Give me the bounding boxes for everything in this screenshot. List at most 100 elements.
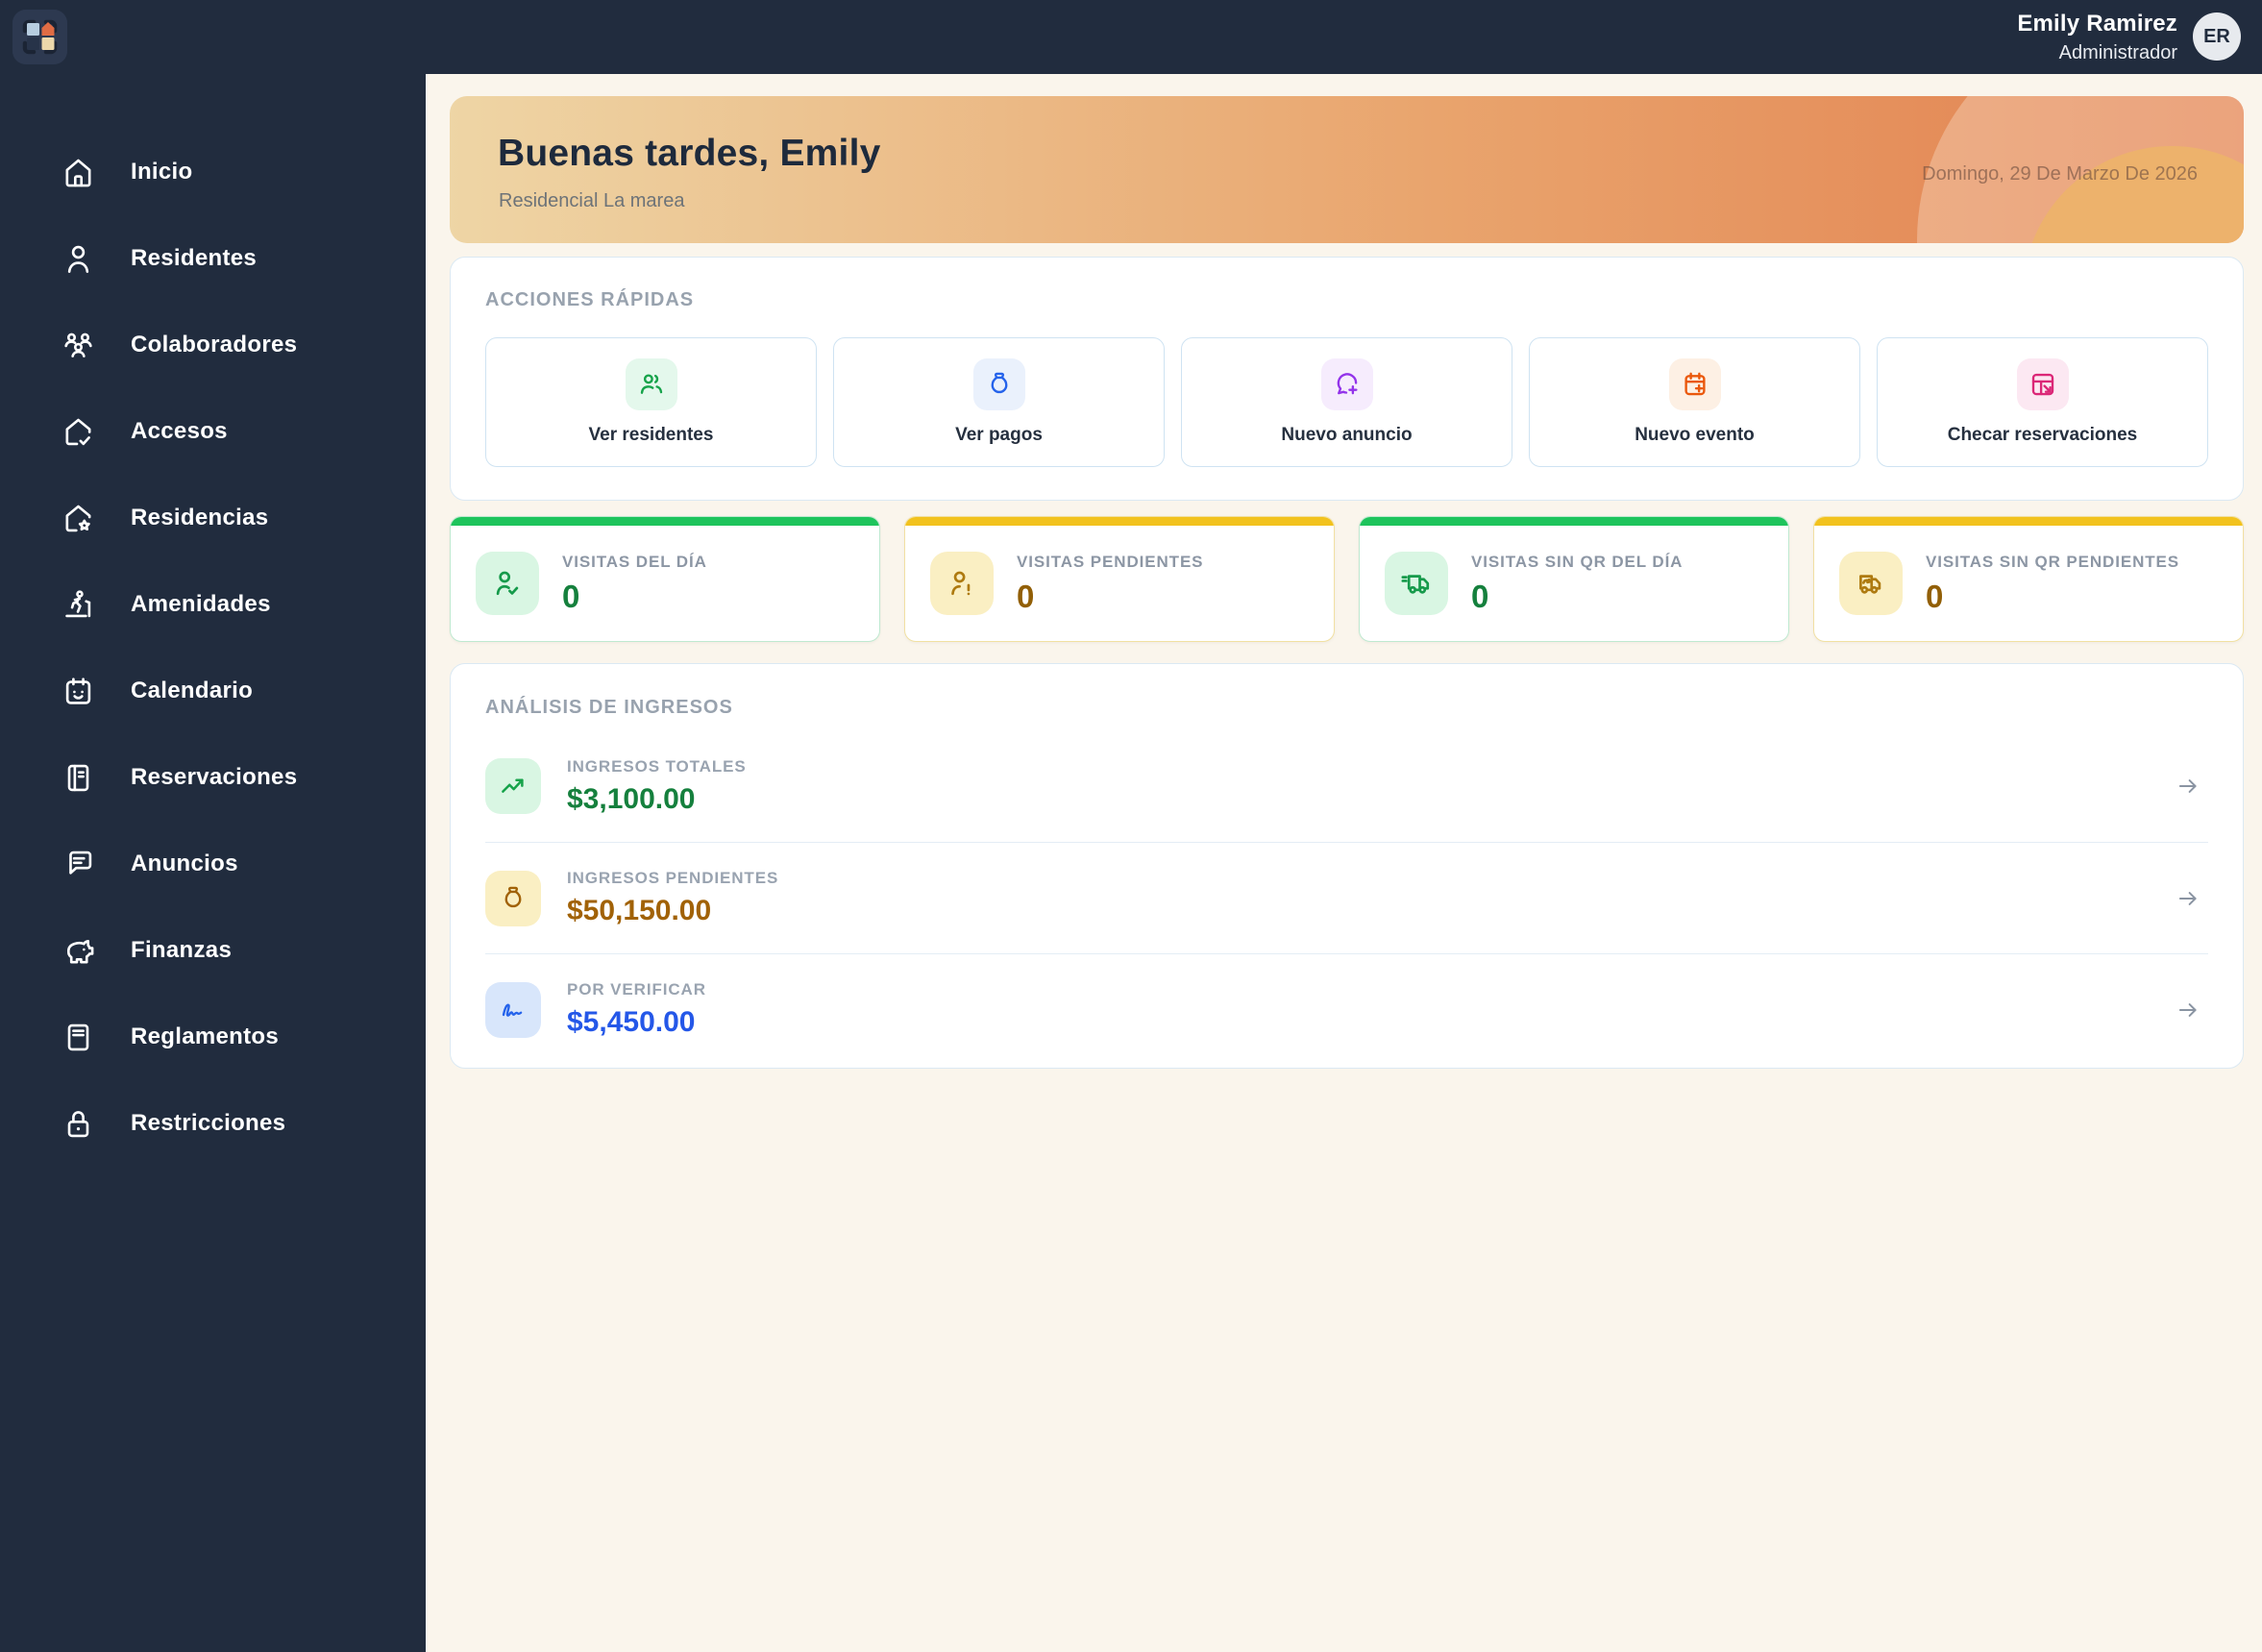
income-row-ingresos-pendientes[interactable]: INGRESOS PENDIENTES $50,150.00 (485, 842, 2208, 953)
quick-actions-row: Ver residentes Ver pagos Nuevo anuncio N… (485, 337, 2208, 467)
truck-return-icon (1839, 552, 1903, 615)
person-check-icon (476, 552, 539, 615)
stat-visitas-pendientes: VISITAS PENDIENTES 0 (904, 516, 1335, 642)
piggy-bank-icon (66, 939, 94, 963)
sidebar-item-residencias[interactable]: Residencias (0, 475, 426, 561)
stat-label: VISITAS SIN QR PENDIENTES (1926, 552, 2180, 571)
stat-accent-bar (451, 517, 879, 526)
stat-value: 0 (1471, 578, 1489, 614)
truck-icon (1385, 552, 1448, 615)
person-alert-icon (930, 552, 994, 615)
arrow-right-icon[interactable] (2176, 998, 2201, 1023)
table-arrow-icon (2016, 358, 2069, 410)
trending-up-icon (485, 758, 541, 814)
stat-visitas-del-dia: VISITAS DEL DÍA 0 (450, 516, 880, 642)
signature-icon (485, 981, 541, 1038)
arrow-right-icon[interactable] (2176, 886, 2201, 911)
stat-visitas-sin-qr-pendientes: VISITAS SIN QR PENDIENTES 0 (1813, 516, 2244, 642)
stat-accent-bar (1814, 517, 2243, 526)
top-bar: Emily Ramirez Administrador ER (0, 0, 2262, 74)
lock-icon (67, 1110, 89, 1137)
action-label: Ver residentes (588, 425, 714, 445)
sidebar-item-label: Colaboradores (131, 332, 298, 358)
main-content: Buenas tardes, Emily Residencial La mare… (426, 74, 2262, 1652)
income-rows: INGRESOS TOTALES $3,100.00 INGRESOS PEND… (485, 730, 2208, 1065)
sidebar-item-label: Residentes (131, 245, 258, 271)
avatar[interactable]: ER (2193, 12, 2241, 61)
arrow-right-icon[interactable] (2176, 774, 2201, 799)
stat-value: 0 (1926, 578, 1944, 614)
stat-label: VISITAS SIN QR DEL DÍA (1471, 552, 1684, 571)
sidebar-item-anuncios[interactable]: Anuncios (0, 821, 426, 907)
action-nuevo-evento[interactable]: Nuevo evento (1529, 337, 1860, 467)
income-row-por-verificar[interactable]: POR VERIFICAR $5,450.00 (485, 953, 2208, 1065)
action-nuevo-anuncio[interactable]: Nuevo anuncio (1181, 337, 1512, 467)
action-label: Nuevo evento (1635, 425, 1755, 445)
income-label: INGRESOS PENDIENTES (567, 869, 779, 887)
app-logo[interactable] (12, 10, 67, 64)
stat-visitas-sin-qr-del-dia: VISITAS SIN QR DEL DÍA 0 (1359, 516, 1789, 642)
stat-value: 0 (562, 578, 580, 614)
income-value: $3,100.00 (567, 782, 696, 815)
sidebar-item-accesos[interactable]: Accesos (0, 388, 426, 475)
sidebar-item-finanzas[interactable]: Finanzas (0, 907, 426, 994)
income-value: $5,450.00 (567, 1006, 696, 1038)
action-label: Checar reservaciones (1947, 425, 2138, 445)
income-analysis-panel: ANÁLISIS DE INGRESOS INGRESOS TOTALES $3… (450, 663, 2244, 1069)
treadmill-runner-icon (65, 589, 91, 617)
quick-actions-panel: ACCIONES RÁPIDAS Ver residentes Ver pago… (450, 257, 2244, 501)
sidebar-item-label: Anuncios (131, 851, 238, 876)
sidebar-item-reglamentos[interactable]: Reglamentos (0, 994, 426, 1080)
stat-accent-bar (1360, 517, 1788, 526)
user-role: Administrador (2058, 42, 2177, 63)
stat-label: VISITAS DEL DÍA (562, 552, 707, 571)
sidebar-item-label: Reservaciones (131, 764, 298, 790)
sidebar-item-label: Restricciones (131, 1110, 286, 1136)
stat-value: 0 (1017, 578, 1035, 614)
book-icon (67, 1023, 89, 1050)
sidebar-item-label: Residencias (131, 505, 269, 530)
sidebar-item-amenidades[interactable]: Amenidades (0, 561, 426, 648)
action-label: Nuevo anuncio (1281, 425, 1413, 445)
visits-stats-row: VISITAS DEL DÍA 0 VISITAS PENDIENTES 0 V… (450, 516, 2244, 642)
sidebar-item-label: Reglamentos (131, 1023, 280, 1049)
income-label: POR VERIFICAR (567, 980, 706, 999)
action-ver-pagos[interactable]: Ver pagos (833, 337, 1165, 467)
stat-accent-bar (905, 517, 1334, 526)
sidebar-item-residentes[interactable]: Residentes (0, 215, 426, 302)
income-label: INGRESOS TOTALES (567, 756, 747, 776)
sidebar-item-label: Finanzas (131, 937, 233, 963)
user-name: Emily Ramirez (2017, 11, 2177, 37)
sidebar-item-label: Accesos (131, 418, 228, 444)
money-bag-icon (485, 870, 541, 926)
sidebar-item-label: Inicio (131, 159, 193, 185)
people-group-icon (625, 358, 677, 410)
stat-label: VISITAS PENDIENTES (1017, 552, 1204, 571)
action-label: Ver pagos (955, 425, 1043, 445)
sidebar-item-calendario[interactable]: Calendario (0, 648, 426, 734)
greeting-title: Buenas tardes, Emily (498, 133, 881, 174)
sidebar-item-label: Amenidades (131, 591, 271, 617)
house-star-icon (65, 505, 91, 531)
sidebar-item-reservaciones[interactable]: Reservaciones (0, 734, 426, 821)
calendar-smile-icon (65, 677, 91, 704)
community-logo-icon (12, 10, 67, 64)
sidebar-item-colaboradores[interactable]: Colaboradores (0, 302, 426, 388)
greeting-banner: Buenas tardes, Emily Residencial La mare… (450, 96, 2244, 243)
residence-name: Residencial La marea (499, 190, 685, 211)
money-bag-icon (972, 358, 1025, 410)
action-ver-residentes[interactable]: Ver residentes (485, 337, 817, 467)
income-row-ingresos-totales[interactable]: INGRESOS TOTALES $3,100.00 (485, 730, 2208, 842)
income-value: $50,150.00 (567, 895, 712, 926)
quick-actions-title: ACCIONES RÁPIDAS (485, 289, 695, 310)
sidebar-item-label: Calendario (131, 678, 254, 703)
sidebar-item-inicio[interactable]: Inicio (0, 129, 426, 215)
message-plus-icon (1320, 358, 1373, 410)
current-date: Domingo, 29 De Marzo De 2026 (1922, 163, 2198, 185)
income-analysis-title: ANÁLISIS DE INGRESOS (485, 697, 733, 718)
sidebar-item-restricciones[interactable]: Restricciones (0, 1080, 426, 1167)
person-icon (67, 245, 89, 273)
action-checar-reservaciones[interactable]: Checar reservaciones (1877, 337, 2208, 467)
user-info: Emily Ramirez Administrador (2017, 11, 2177, 64)
notebook-icon (67, 764, 89, 791)
